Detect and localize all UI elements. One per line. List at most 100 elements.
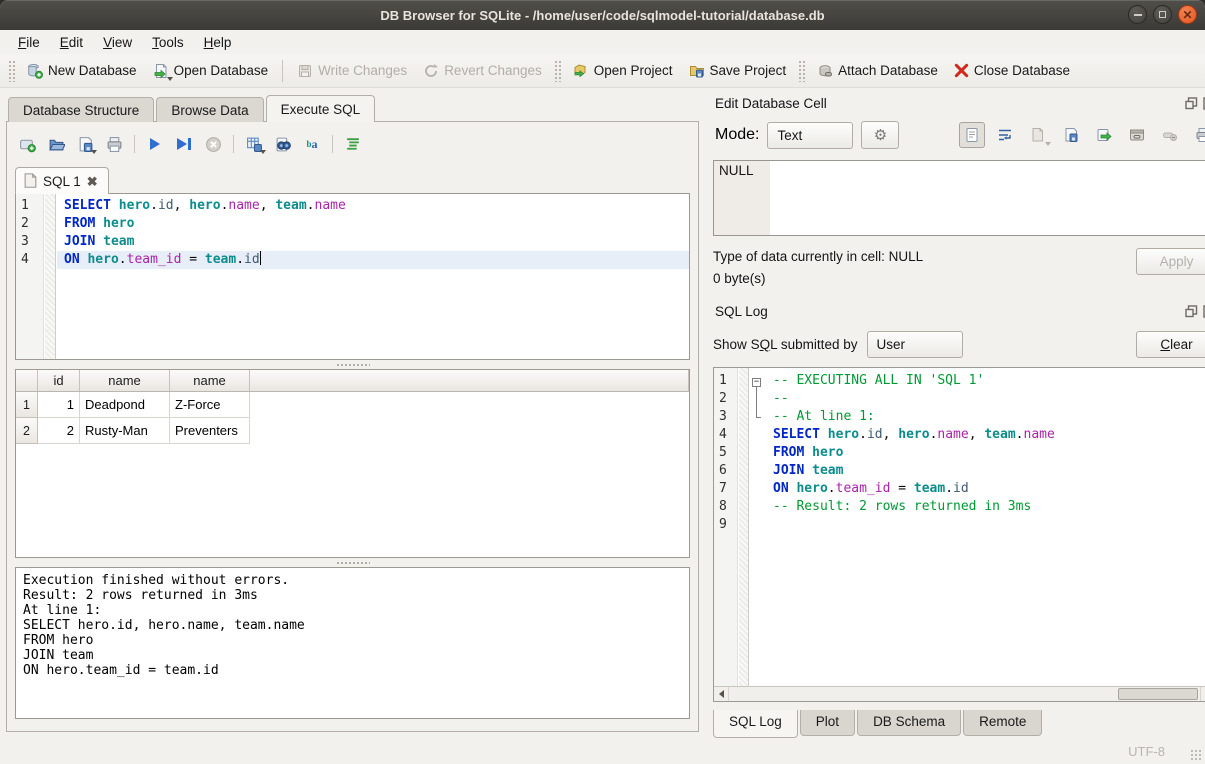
export-data-icon[interactable] — [1091, 122, 1117, 148]
import-data-icon[interactable] — [1058, 122, 1084, 148]
save-results-icon[interactable] — [244, 134, 264, 154]
apply-button[interactable]: Apply — [1136, 248, 1205, 275]
results-grid[interactable]: idnamename11DeadpondZ-Force22Rusty-ManPr… — [15, 369, 690, 558]
row-header[interactable]: 2 — [16, 418, 38, 444]
splitter-handle[interactable] — [15, 558, 690, 567]
code-line: 3-- At line 1: — [714, 408, 1205, 426]
scroll-right-arrow[interactable] — [1200, 687, 1205, 701]
new-database-button[interactable]: New Database — [19, 59, 145, 83]
print-icon[interactable] — [104, 134, 124, 154]
tab-database-structure[interactable]: Database Structure — [8, 97, 154, 122]
tab-sql-log[interactable]: SQL Log — [713, 710, 798, 738]
autoformat-button[interactable]: ⚙ — [861, 121, 899, 149]
close-sql-tab-icon[interactable]: ✖ — [87, 174, 98, 190]
table-cell[interactable]: Preventers — [170, 418, 250, 444]
attach-database-button[interactable]: Attach Database — [809, 59, 946, 83]
toolbar-drag-handle[interactable] — [798, 60, 805, 82]
table-row[interactable]: 22Rusty-ManPreventers — [16, 418, 689, 444]
gear-icon: ⚙ — [874, 126, 887, 144]
log-horizontal-scrollbar[interactable] — [714, 686, 1205, 701]
open-project-icon — [573, 63, 589, 79]
save-project-button[interactable]: Save Project — [681, 59, 795, 83]
sql-log-view[interactable]: 1−-- EXECUTING ALL IN 'SQL 1'2--3-- At l… — [713, 367, 1205, 702]
clear-log-button[interactable]: Clear — [1136, 331, 1205, 358]
toolbar-drag-handle[interactable] — [8, 60, 15, 82]
submitted-by-combo[interactable]: User — [867, 331, 963, 358]
encoding-indicator[interactable]: UTF-8 — [1128, 744, 1165, 759]
format-sql-icon[interactable] — [343, 134, 363, 154]
float-dock-icon[interactable] — [1185, 97, 1198, 110]
menu-file[interactable]: File — [8, 32, 50, 53]
menu-tools[interactable]: Tools — [142, 32, 194, 53]
fold-guide — [750, 390, 766, 408]
code-line: 6JOIN team — [714, 462, 1205, 480]
scrollbar-thumb[interactable] — [1118, 688, 1198, 700]
sql-1-tab[interactable]: SQL 1 ✖ — [15, 167, 109, 194]
toolbar-drag-handle[interactable] — [554, 60, 561, 82]
find-replace-icon[interactable] — [273, 134, 293, 154]
dock-tab-bar: SQL Log Plot DB Schema Remote — [713, 710, 1205, 738]
revert-changes-button[interactable]: Revert Changes — [415, 59, 550, 83]
close-database-button[interactable]: Close Database — [946, 59, 1078, 82]
maximize-button[interactable] — [1153, 5, 1172, 24]
sql-editor[interactable]: 1SELECT hero.id, hero.name, team.name2FR… — [15, 193, 690, 360]
mode-combo[interactable]: Text — [767, 122, 853, 149]
tab-browse-data[interactable]: Browse Data — [156, 97, 263, 122]
row-header[interactable]: 1 — [16, 392, 38, 418]
menu-view[interactable]: View — [93, 32, 142, 53]
tab-execute-sql[interactable]: Execute SQL — [266, 95, 376, 122]
open-in-browser-icon[interactable] — [1124, 122, 1150, 148]
table-row[interactable]: 11DeadpondZ-Force — [16, 392, 689, 418]
toolbar-separator — [233, 135, 234, 153]
resize-grip[interactable] — [1190, 749, 1202, 761]
close-button[interactable]: ✕ — [1178, 5, 1197, 24]
table-cell[interactable]: Deadpond — [80, 392, 170, 418]
close-database-icon — [954, 63, 969, 78]
open-database-dropdown-arrow[interactable] — [167, 77, 173, 81]
table-cell[interactable]: 2 — [38, 418, 80, 444]
open-project-button[interactable]: Open Project — [565, 59, 681, 83]
save-sql-dropdown-arrow[interactable] — [91, 150, 97, 154]
code-line: 3JOIN team — [16, 233, 689, 251]
float-dock-icon[interactable] — [1185, 305, 1198, 318]
autocomplete-icon[interactable]: ba — [302, 134, 322, 154]
fold-guide — [750, 498, 766, 516]
titlebar[interactable]: DB Browser for SQLite - /home/user/code/… — [0, 0, 1205, 30]
cell-value: NULL — [714, 161, 770, 235]
table-cell[interactable]: 1 — [38, 392, 80, 418]
text-mode-icon[interactable] — [959, 122, 985, 148]
cell-type-text: Type of data currently in cell: NULL — [713, 246, 1136, 268]
new-sql-tab-icon[interactable] — [17, 134, 37, 154]
save-sql-file-icon[interactable] — [75, 134, 95, 154]
execute-current-line-icon[interactable] — [174, 134, 194, 154]
open-sql-file-icon[interactable] — [46, 134, 66, 154]
column-header[interactable]: id — [38, 370, 80, 391]
menu-edit[interactable]: Edit — [50, 32, 93, 53]
minimize-button[interactable] — [1128, 5, 1147, 24]
open-database-button[interactable]: Open Database — [145, 59, 277, 83]
word-wrap-icon[interactable] — [992, 122, 1018, 148]
stop-execution-icon[interactable] — [203, 134, 223, 154]
splitter-handle[interactable] — [15, 360, 690, 369]
cell-value-editor[interactable]: NULL — [713, 160, 1205, 236]
execution-status-log[interactable]: Execution finished without errors. Resul… — [15, 567, 690, 719]
app-window: DB Browser for SQLite - /home/user/code/… — [0, 0, 1205, 764]
open-external-icon[interactable] — [1025, 122, 1051, 148]
tab-remote[interactable]: Remote — [963, 710, 1042, 736]
set-null-icon[interactable] — [1157, 122, 1183, 148]
column-header[interactable]: name — [170, 370, 250, 391]
menu-help[interactable]: Help — [194, 32, 242, 53]
column-header[interactable]: name — [80, 370, 170, 391]
save-results-dropdown-arrow[interactable] — [260, 150, 266, 154]
sql-document-icon — [24, 173, 37, 191]
fold-marker[interactable]: − — [750, 372, 766, 390]
execute-all-icon[interactable] — [145, 134, 165, 154]
scroll-left-arrow[interactable] — [714, 687, 729, 701]
print-cell-icon[interactable] — [1190, 122, 1205, 148]
table-cell[interactable]: Z-Force — [170, 392, 250, 418]
table-cell[interactable]: Rusty-Man — [80, 418, 170, 444]
tab-plot[interactable]: Plot — [800, 710, 855, 736]
tab-db-schema[interactable]: DB Schema — [857, 710, 961, 736]
main-toolbar: New Database Open Database Write Changes… — [0, 54, 1205, 88]
write-changes-button[interactable]: Write Changes — [289, 59, 415, 83]
